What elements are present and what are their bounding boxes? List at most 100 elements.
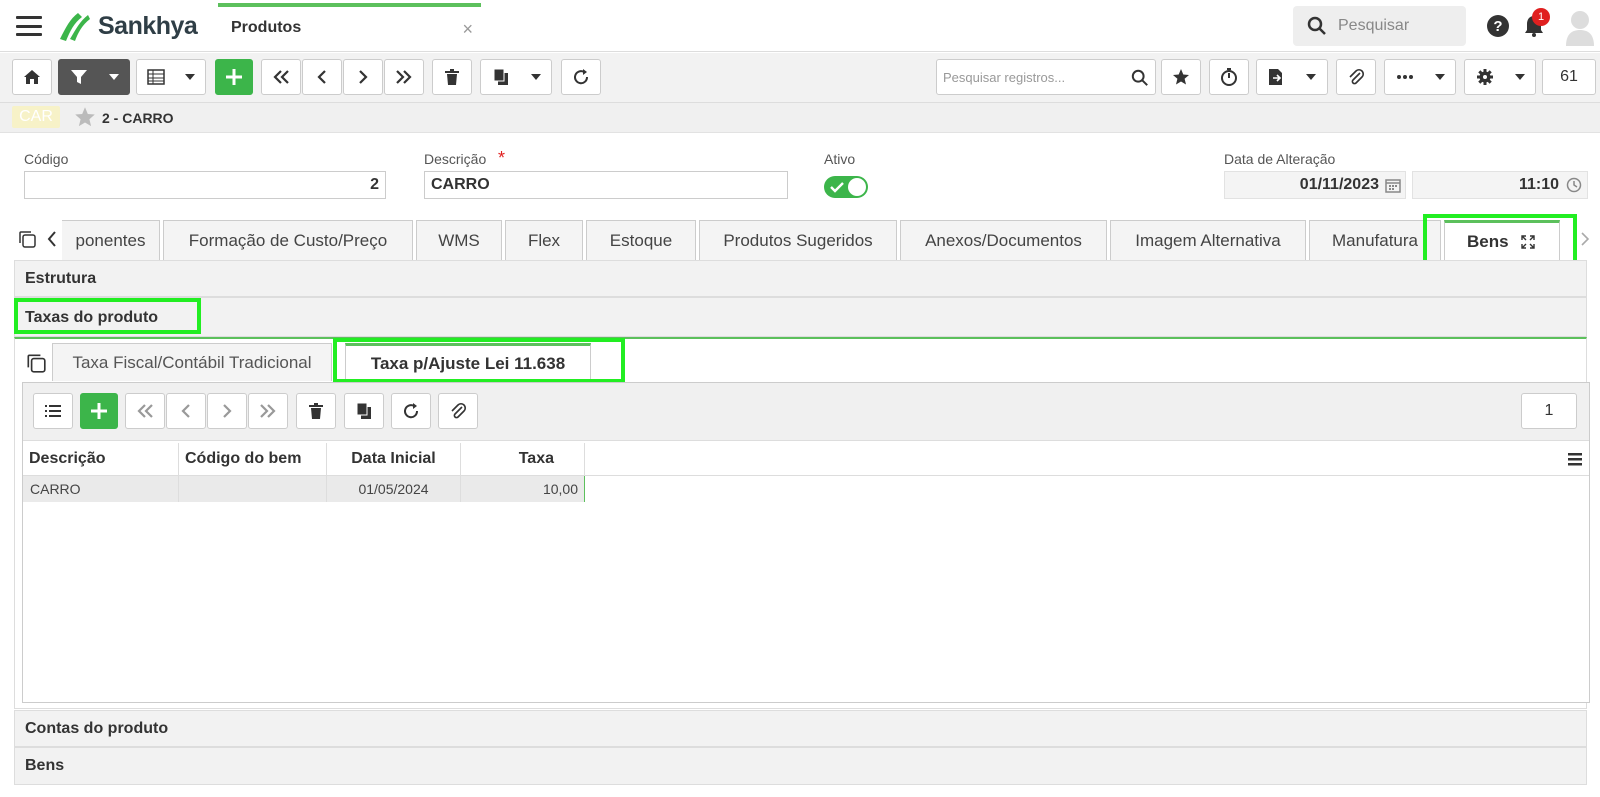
filter-button[interactable] — [58, 59, 130, 95]
grid-view-button[interactable] — [136, 59, 206, 95]
global-search-placeholder: Pesquisar — [1338, 17, 1410, 34]
chevron-down-icon — [185, 74, 195, 80]
refresh-button[interactable] — [561, 59, 601, 95]
column-menu-icon[interactable] — [1567, 451, 1583, 467]
check-icon — [830, 182, 844, 193]
tab-wms[interactable]: WMS — [416, 220, 502, 260]
tab-imagem-alternativa[interactable]: Imagem Alternativa — [1110, 220, 1306, 260]
next-record-button[interactable] — [343, 59, 383, 95]
double-chevron-left-icon — [273, 70, 289, 84]
delete-button[interactable] — [432, 59, 472, 95]
trash-icon — [445, 69, 459, 85]
export-button[interactable] — [1256, 59, 1328, 95]
chevron-right-icon — [359, 70, 368, 84]
data-field: 01/11/2023 — [1224, 171, 1406, 199]
ativo-toggle[interactable] — [824, 176, 868, 198]
record-badge: CAR — [12, 106, 60, 128]
settings-button[interactable] — [1464, 59, 1536, 95]
highlight-taxa-ajuste-lei — [333, 338, 625, 383]
main-toolbar: Pesquisar registros... 61 — [0, 53, 1600, 103]
grid-first-button[interactable] — [125, 393, 165, 429]
attach-button[interactable] — [1336, 59, 1376, 95]
avatar[interactable] — [1564, 8, 1596, 46]
tab-manufatura[interactable]: Manufatura — [1309, 220, 1441, 260]
highlight-taxas-produto — [14, 298, 201, 334]
codigo-field[interactable]: 2 — [24, 171, 386, 199]
tab-anexos-documentos[interactable]: Anexos/Documentos — [900, 220, 1107, 260]
add-button[interactable] — [215, 59, 253, 95]
grid-toolbar: 1 — [23, 383, 1589, 441]
chevron-right-icon[interactable] — [1580, 231, 1590, 247]
clock-icon[interactable] — [1566, 177, 1582, 193]
double-chevron-right-icon — [396, 70, 412, 84]
global-search[interactable]: Pesquisar — [1293, 6, 1466, 46]
tabs-overview-icon[interactable] — [25, 352, 47, 374]
grid-delete-button[interactable] — [296, 393, 336, 429]
chevron-left-icon[interactable] — [46, 230, 58, 248]
plus-icon — [226, 69, 242, 85]
brand-logo[interactable]: Sankhya — [56, 9, 198, 43]
last-record-button[interactable] — [384, 59, 424, 95]
tab-taxa-fiscal-contabil[interactable]: Taxa Fiscal/Contábil Tradicional — [52, 343, 332, 381]
column-header-data-inicial[interactable]: Data Inicial — [327, 443, 461, 475]
column-header-taxa[interactable]: Taxa — [461, 443, 585, 475]
sankhya-logo-icon — [60, 13, 90, 41]
file-export-icon — [1269, 69, 1282, 85]
refresh-icon — [404, 403, 419, 419]
records-search-input[interactable]: Pesquisar registros... — [936, 59, 1156, 95]
grid-next-button[interactable] — [207, 393, 247, 429]
close-icon[interactable]: × — [462, 19, 473, 40]
tab-componentes[interactable]: ponentes — [62, 220, 160, 260]
menu-icon[interactable] — [16, 16, 42, 36]
plus-icon — [91, 403, 107, 419]
tab-flex[interactable]: Flex — [505, 220, 583, 260]
chevron-down-icon — [1306, 74, 1316, 80]
hora-field: 11:10 — [1412, 171, 1588, 199]
first-record-button[interactable] — [261, 59, 301, 95]
gear-icon — [1476, 69, 1493, 85]
tab-estoque[interactable]: Estoque — [586, 220, 696, 260]
search-icon[interactable] — [1131, 69, 1149, 87]
chevron-down-icon — [530, 74, 541, 80]
grid: 1 Descrição Código do bem Data Inicial T… — [22, 382, 1590, 703]
duplicate-button[interactable] — [480, 59, 552, 95]
section-taxas-produto[interactable]: Taxas do produto — [14, 297, 1587, 337]
grid-prev-button[interactable] — [166, 393, 206, 429]
home-button[interactable] — [12, 59, 52, 95]
section-contas-produto[interactable]: Contas do produto — [14, 710, 1587, 747]
copy-icon — [493, 68, 508, 85]
grid-last-button[interactable] — [248, 393, 288, 429]
grid-add-button[interactable] — [80, 393, 118, 429]
grid-duplicate-button[interactable] — [344, 393, 384, 429]
descricao-field[interactable]: CARRO — [424, 171, 788, 199]
prev-record-button[interactable] — [302, 59, 342, 95]
grid-record-counter: 1 — [1521, 393, 1577, 429]
tab-produtos[interactable]: Produtos × — [218, 3, 481, 49]
table-icon — [147, 69, 165, 85]
calendar-icon[interactable] — [1385, 177, 1401, 193]
paperclip-icon — [1349, 68, 1365, 85]
more-actions-button[interactable] — [1384, 59, 1456, 95]
tab-formacao-custo-preco[interactable]: Formação de Custo/Preço — [163, 220, 413, 260]
tabs-overview-icon[interactable] — [17, 229, 37, 249]
list-icon — [45, 405, 61, 417]
double-chevron-left-icon — [137, 404, 153, 418]
record-header: CAR 2 - CARRO — [0, 103, 1600, 133]
refresh-icon — [574, 69, 589, 85]
section-estrutura[interactable]: Estrutura — [14, 260, 1587, 297]
chevron-left-icon — [181, 404, 190, 418]
favorite-button[interactable] — [1161, 59, 1201, 95]
chevron-down-icon — [1434, 74, 1445, 80]
section-bens[interactable]: Bens — [14, 747, 1587, 785]
column-header-descricao[interactable]: Descrição — [29, 443, 179, 475]
help-icon[interactable]: ? — [1486, 14, 1510, 38]
tab-produtos-sugeridos[interactable]: Produtos Sugeridos — [699, 220, 897, 260]
star-icon[interactable] — [74, 106, 96, 128]
grid-attach-button[interactable] — [438, 393, 478, 429]
timer-button[interactable] — [1209, 59, 1249, 95]
column-header-codigo-bem[interactable]: Código do bem — [185, 443, 327, 475]
grid-refresh-button[interactable] — [391, 393, 431, 429]
codigo-label: Código — [24, 151, 69, 167]
notification-badge: 1 — [1532, 8, 1550, 26]
list-view-button[interactable] — [33, 393, 73, 429]
